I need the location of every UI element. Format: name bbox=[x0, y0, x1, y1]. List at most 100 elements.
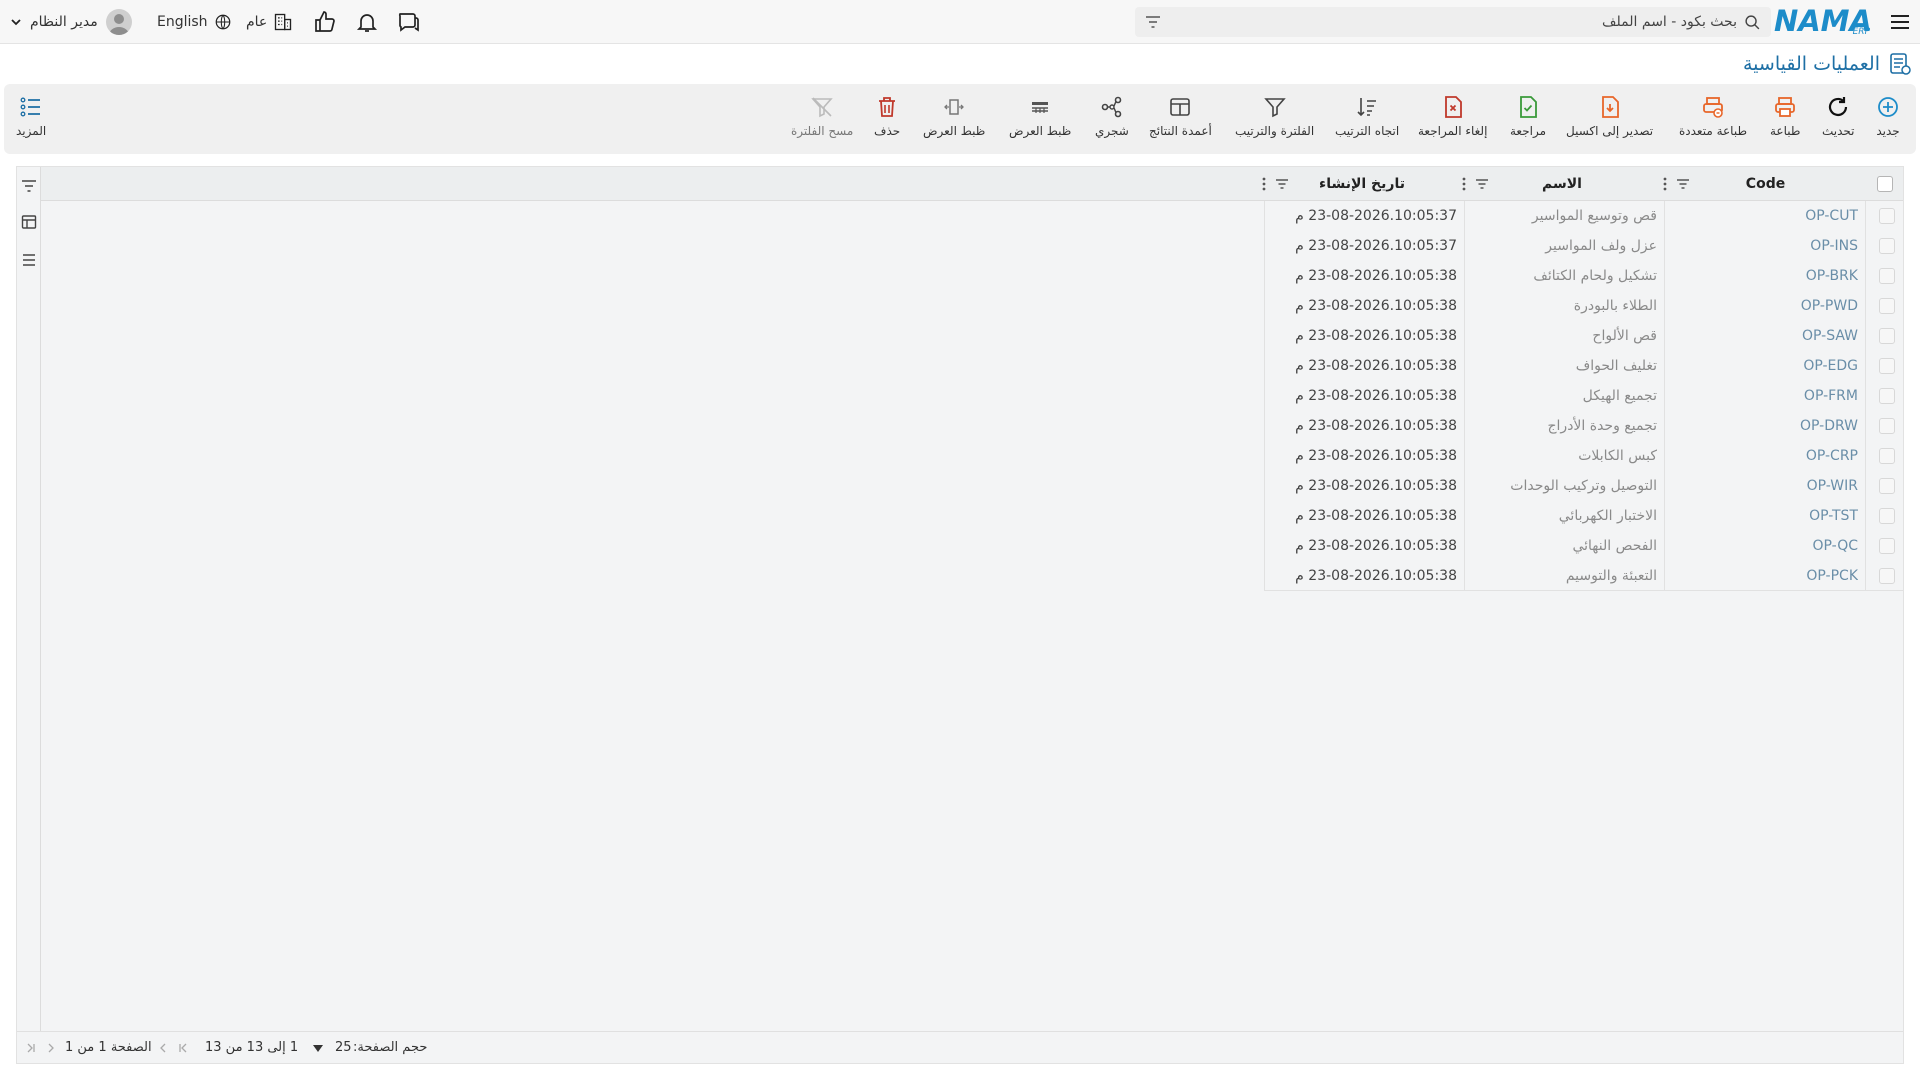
result-columns-button[interactable]: أعمدة النتائج bbox=[1149, 94, 1212, 138]
fit-width-icon bbox=[944, 99, 965, 115]
column-header-created[interactable]: تاريخ الإنشاء bbox=[1267, 167, 1457, 201]
table-row[interactable]: OP-EDG تغليف الحواف 23-08-2026.10:05:38 م bbox=[41, 351, 1903, 381]
row-checkbox[interactable] bbox=[1879, 418, 1895, 434]
bell-icon[interactable] bbox=[355, 10, 379, 34]
print-button[interactable]: طباعة bbox=[1770, 94, 1800, 138]
refresh-button[interactable]: تحديث bbox=[1822, 94, 1855, 138]
list-icon bbox=[20, 97, 41, 117]
table-row[interactable]: OP-TST الاختبار الكهربائي 23-08-2026.10:05… bbox=[41, 501, 1903, 531]
column-header-name[interactable]: الاسم bbox=[1467, 167, 1657, 201]
page-size-value[interactable]: 25 bbox=[335, 1032, 352, 1064]
refresh-label: تحديث bbox=[1822, 124, 1855, 138]
created-cell: 23-08-2026.10:05:38 م bbox=[1295, 448, 1457, 464]
column-header-created-label: تاريخ الإنشاء bbox=[1319, 176, 1405, 192]
table-row[interactable]: OP-QC الفحص النهائي 23-08-2026.10:05:38 م bbox=[41, 531, 1903, 561]
view-settings-button-2[interactable]: ظبط العرض bbox=[923, 94, 985, 138]
user-icon bbox=[108, 14, 129, 35]
menu-lines-icon[interactable] bbox=[21, 253, 37, 267]
search-icon[interactable] bbox=[1744, 14, 1761, 31]
first-page-icon[interactable] bbox=[177, 1042, 189, 1054]
view-settings-label-1: ظبط العرض bbox=[1009, 124, 1072, 138]
column-header-name-label: الاسم bbox=[1542, 176, 1582, 192]
table-row[interactable]: OP-DRW تجميع وحدة الأدراج 23-08-2026.10:05… bbox=[41, 411, 1903, 441]
hamburger-menu-icon[interactable] bbox=[1888, 10, 1912, 34]
logo[interactable]: NAMA ERP bbox=[1774, 4, 1872, 38]
column-menu-icon[interactable] bbox=[1461, 176, 1467, 192]
code-cell: OP-TST bbox=[1809, 508, 1858, 524]
search-input[interactable] bbox=[1177, 7, 1737, 37]
view-settings-button-1[interactable]: ظبط العرض bbox=[1009, 94, 1071, 138]
chat-icon[interactable] bbox=[396, 10, 420, 34]
columns-icon bbox=[1170, 98, 1191, 116]
next-page-icon[interactable] bbox=[45, 1042, 57, 1054]
multi-print-label: طباعة متعددة bbox=[1679, 124, 1748, 138]
filter-icon[interactable] bbox=[1145, 15, 1161, 29]
language-switch[interactable]: English bbox=[157, 10, 232, 34]
more-label: المزيد bbox=[16, 124, 47, 138]
row-checkbox[interactable] bbox=[1879, 568, 1895, 584]
general-menu[interactable]: عام bbox=[246, 10, 293, 34]
export-excel-button[interactable]: تصدير إلى اكسيل bbox=[1566, 94, 1653, 138]
row-checkbox[interactable] bbox=[1879, 238, 1895, 254]
table-row[interactable]: OP-FRM تجميع الهيكل 23-08-2026.10:05:38 م bbox=[41, 381, 1903, 411]
row-checkbox[interactable] bbox=[1879, 208, 1895, 224]
row-checkbox[interactable] bbox=[1879, 538, 1895, 554]
row-checkbox[interactable] bbox=[1879, 388, 1895, 404]
search-box bbox=[1135, 7, 1771, 37]
table-row[interactable]: OP-INS عزل ولف المواسير 23-08-2026.10:05:3… bbox=[41, 231, 1903, 261]
filter-lines-icon[interactable] bbox=[21, 179, 37, 193]
multi-printer-icon bbox=[1703, 97, 1723, 118]
table-row[interactable]: OP-WIR التوصيل وتركيب الوحدات 23-08-2026.1… bbox=[41, 471, 1903, 501]
column-filter-icon[interactable] bbox=[1274, 176, 1290, 192]
row-checkbox[interactable] bbox=[1879, 358, 1895, 374]
row-checkbox[interactable] bbox=[1879, 328, 1895, 344]
created-cell: 23-08-2026.10:05:38 م bbox=[1295, 568, 1457, 584]
column-menu-icon[interactable] bbox=[1662, 176, 1668, 192]
trash-icon bbox=[879, 97, 896, 117]
page-title-row: العمليات القياسية bbox=[1743, 48, 1912, 80]
table-icon[interactable] bbox=[21, 214, 37, 230]
select-all-checkbox[interactable] bbox=[1877, 176, 1893, 192]
row-checkbox[interactable] bbox=[1879, 448, 1895, 464]
review-button[interactable]: مراجعة bbox=[1510, 94, 1546, 138]
grid-side-tools bbox=[17, 167, 41, 1033]
filter-sort-button[interactable]: الفلترة والترتيب bbox=[1235, 94, 1314, 138]
last-page-icon[interactable] bbox=[25, 1042, 37, 1054]
multi-print-button[interactable]: طباعة متعددة bbox=[1679, 94, 1747, 138]
column-menu-icon[interactable] bbox=[1261, 176, 1267, 192]
tree-button[interactable]: شجري bbox=[1095, 94, 1129, 138]
code-cell: OP-FRM bbox=[1803, 388, 1858, 404]
table-row[interactable]: OP-CUT قص وتوسيع المواسير 23-08-2026.10:05… bbox=[41, 201, 1903, 231]
row-checkbox[interactable] bbox=[1879, 508, 1895, 524]
row-checkbox[interactable] bbox=[1879, 298, 1895, 314]
grid-body-area: Code الاسم تاريخ الإنشاء OP-CUT قص وتوسيع… bbox=[41, 167, 1903, 1033]
table-row[interactable]: OP-PWD الطلاء بالبودرة 23-08-2026.10:05:38… bbox=[41, 291, 1903, 321]
user-menu[interactable]: مدير النظام bbox=[10, 8, 132, 36]
caret-down-icon[interactable] bbox=[313, 1045, 323, 1052]
delete-label: حذف bbox=[874, 124, 901, 138]
table-row[interactable]: OP-BRK تشكيل ولحام الكتائف 23-08-2026.10:0… bbox=[41, 261, 1903, 291]
filter-off-icon bbox=[811, 97, 833, 118]
more-button[interactable]: المزيد bbox=[16, 94, 46, 138]
thumbs-up-icon[interactable] bbox=[313, 10, 337, 34]
table-row[interactable]: OP-PCK التعبئة والتوسيم 23-08-2026.10:05:3… bbox=[1264, 561, 1903, 591]
cancel-review-button[interactable]: إلغاء المراجعة bbox=[1418, 94, 1487, 138]
tree-share-icon bbox=[1101, 96, 1122, 118]
delete-button[interactable]: حذف bbox=[874, 94, 900, 138]
column-filter-icon[interactable] bbox=[1675, 176, 1691, 192]
globe-icon bbox=[215, 14, 230, 30]
table-row[interactable]: OP-SAW قص الألواح 23-08-2026.10:05:38 م bbox=[41, 321, 1903, 351]
clear-filter-button[interactable]: مسح الفلترة bbox=[791, 94, 853, 138]
created-cell: 23-08-2026.10:05:37 م bbox=[1295, 238, 1457, 254]
sort-direction-button[interactable]: اتجاه الترتيب bbox=[1335, 94, 1399, 138]
column-filter-icon[interactable] bbox=[1474, 176, 1490, 192]
tree-label: شجري bbox=[1095, 124, 1129, 138]
grid-header: Code الاسم تاريخ الإنشاء bbox=[41, 167, 1903, 201]
name-cell: عزل ولف المواسير bbox=[1545, 238, 1657, 254]
row-checkbox[interactable] bbox=[1879, 478, 1895, 494]
row-checkbox[interactable] bbox=[1879, 268, 1895, 284]
prev-page-icon[interactable] bbox=[157, 1042, 169, 1054]
table-row[interactable]: OP-CRP كبس الكابلات 23-08-2026.10:05:38 م bbox=[41, 441, 1903, 471]
new-button[interactable]: جديد bbox=[1875, 94, 1901, 138]
column-header-code[interactable]: Code bbox=[1673, 167, 1858, 201]
